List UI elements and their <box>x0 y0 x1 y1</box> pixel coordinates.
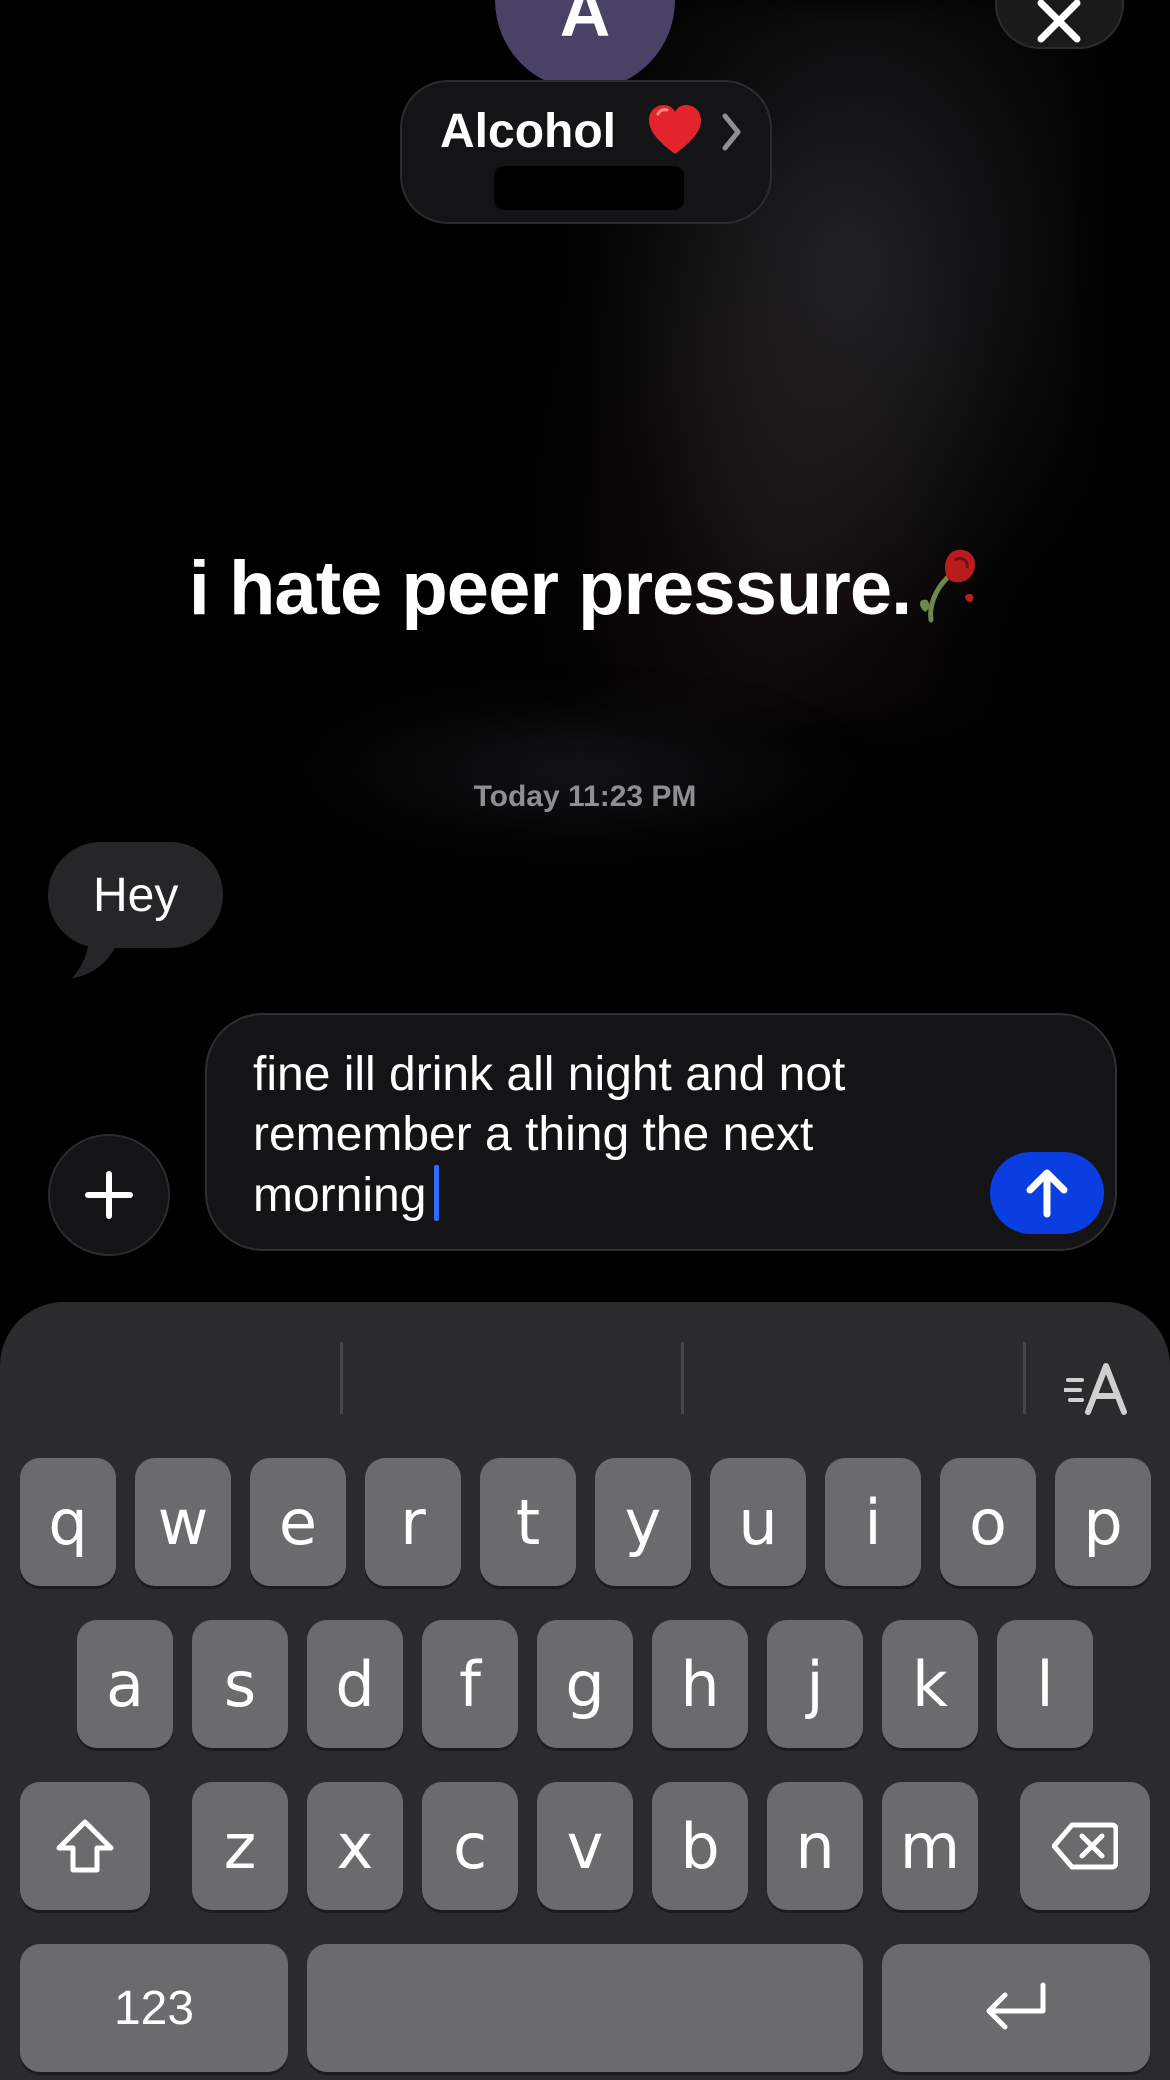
key-k[interactable]: k <box>882 1620 978 1748</box>
shift-icon <box>56 1819 114 1873</box>
key-s[interactable]: s <box>192 1620 288 1748</box>
keyboard: q w e r t y u i o p a s d f g h j k l z … <box>0 1302 1170 2080</box>
key-z[interactable]: z <box>192 1782 288 1910</box>
key-e[interactable]: e <box>250 1458 346 1586</box>
return-key[interactable] <box>882 1944 1150 2072</box>
key-y[interactable]: y <box>595 1458 691 1586</box>
delete-icon <box>1052 1822 1118 1870</box>
text-caret <box>434 1165 440 1221</box>
key-a[interactable]: a <box>77 1620 173 1748</box>
message-text: Hey <box>93 868 179 922</box>
key-d[interactable]: d <box>307 1620 403 1748</box>
numbers-key[interactable]: 123 <box>20 1944 288 2072</box>
draft-text: fine ill drink all night and not remembe… <box>253 1048 846 1222</box>
wilted-rose-icon <box>920 549 976 623</box>
key-l[interactable]: l <box>997 1620 1093 1748</box>
key-x[interactable]: x <box>307 1782 403 1910</box>
status-note-text: i hate peer pressure. <box>188 546 912 631</box>
add-attachment-button[interactable] <box>48 1134 170 1256</box>
key-n[interactable]: n <box>767 1782 863 1910</box>
key-u[interactable]: u <box>710 1458 806 1586</box>
close-button[interactable] <box>995 0 1124 49</box>
contact-header-button[interactable]: Alcohol <box>400 80 772 224</box>
key-g[interactable]: g <box>537 1620 633 1748</box>
key-b[interactable]: b <box>652 1782 748 1910</box>
key-h[interactable]: h <box>652 1620 748 1748</box>
chevron-right-icon <box>722 113 741 151</box>
key-w[interactable]: w <box>135 1458 231 1586</box>
suggestion-divider <box>340 1342 343 1414</box>
key-o[interactable]: o <box>940 1458 1036 1586</box>
plus-icon <box>85 1171 133 1219</box>
suggestion-divider <box>1023 1342 1026 1414</box>
send-button[interactable] <box>990 1152 1104 1234</box>
message-input-text[interactable]: fine ill drink all night and not remembe… <box>253 1045 973 1226</box>
delete-key[interactable] <box>1020 1782 1150 1910</box>
shift-key[interactable] <box>20 1782 150 1910</box>
key-j[interactable]: j <box>767 1620 863 1748</box>
key-r[interactable]: r <box>365 1458 461 1586</box>
key-m[interactable]: m <box>882 1782 978 1910</box>
key-q[interactable]: q <box>20 1458 116 1586</box>
message-input[interactable]: fine ill drink all night and not remembe… <box>205 1013 1117 1251</box>
incoming-message-bubble[interactable]: Hey <box>48 842 224 948</box>
heart-icon <box>649 105 701 154</box>
message-timestamp: Today 11:23 PM <box>473 780 697 813</box>
return-icon <box>986 1982 1046 2030</box>
suggestion-divider <box>681 1342 684 1414</box>
key-c[interactable]: c <box>422 1782 518 1910</box>
close-icon <box>1037 0 1081 43</box>
status-note: i hate peer pressure. <box>0 540 1170 632</box>
key-i[interactable]: i <box>825 1458 921 1586</box>
space-key[interactable] <box>307 1944 863 2072</box>
arrow-up-icon <box>1026 1169 1068 1218</box>
text-format-icon[interactable] <box>1064 1360 1130 1416</box>
key-v[interactable]: v <box>537 1782 633 1910</box>
key-p[interactable]: p <box>1055 1458 1151 1586</box>
contact-name: Alcohol <box>440 105 616 158</box>
key-t[interactable]: t <box>480 1458 576 1586</box>
redacted-subtitle <box>494 166 684 210</box>
avatar-letter: A <box>559 0 611 51</box>
key-f[interactable]: f <box>422 1620 518 1748</box>
background-blur-lower <box>300 690 860 850</box>
